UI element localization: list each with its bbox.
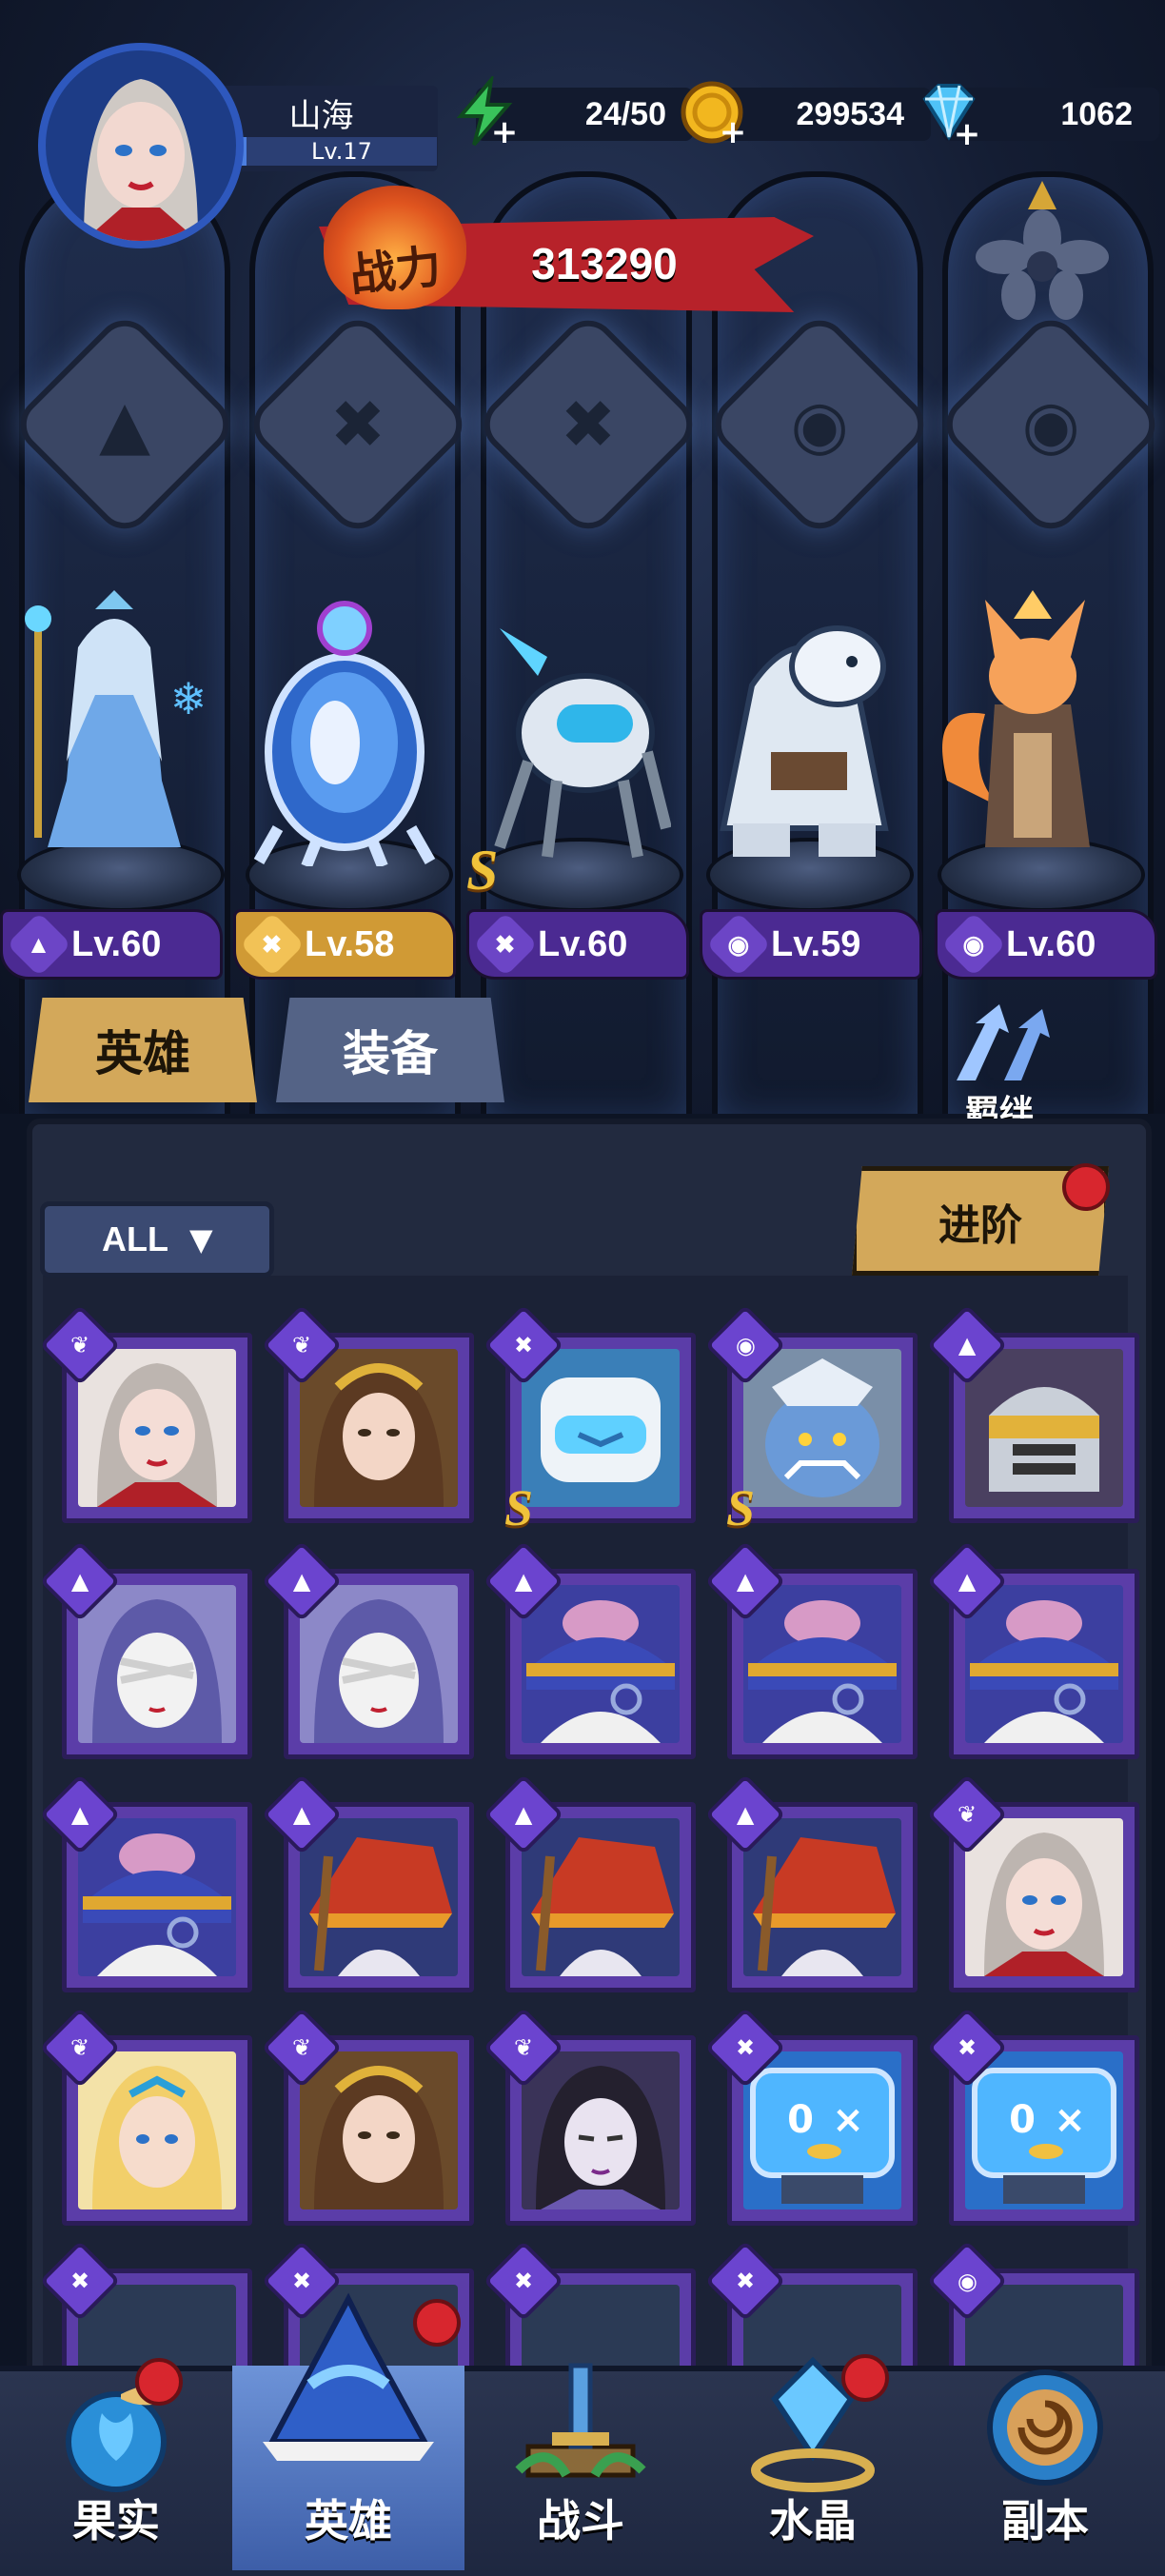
hero-portrait-icon <box>314 2066 444 2209</box>
power-label: 战力 <box>346 240 444 303</box>
wizard-hat-icon <box>263 2292 434 2461</box>
hero-portrait-icon <box>753 1837 896 1976</box>
hero-portrait-icon <box>92 2066 222 2209</box>
rank-s-badge: S <box>504 1479 534 1536</box>
hero-portrait-icon <box>314 1363 444 1507</box>
hero-portrait-icon <box>526 1600 675 1743</box>
svg-text:×: × <box>1054 2098 1086 2142</box>
hero-card-laurel-goddess[interactable]: ❦ <box>261 1304 474 1523</box>
team-level-badge-2: ✖ Lv.58 <box>233 909 456 980</box>
player-level: Lv.17 <box>233 137 437 166</box>
nav-crystal-label: 水晶 <box>769 2495 857 2546</box>
nav-dungeon[interactable]: 副本 <box>929 2366 1161 2570</box>
hero-card-red-hat-mage[interactable]: ▲ <box>261 1773 474 1992</box>
nav-dungeon-label: 副本 <box>1001 2495 1089 2546</box>
team-level-badge-4: ◉ Lv.59 <box>700 909 922 980</box>
hero-card-bandaged-nun[interactable]: ▲ <box>261 1540 474 1759</box>
team-level-badge-1: ▲ Lv.60 <box>0 909 223 980</box>
hero-card-fish-tank-bot[interactable]: 0 × ✖ <box>926 2007 1139 2226</box>
hero-portrait-icon <box>536 2066 665 2209</box>
svg-text:❄: ❄ <box>170 673 207 724</box>
team-hero-fox-monk[interactable] <box>928 590 1137 866</box>
nav-battle-label: 战斗 <box>537 2495 624 2546</box>
settings-flower-icon[interactable] <box>961 181 1123 324</box>
filter-dropdown[interactable]: ALL ▼ <box>40 1201 274 1278</box>
team-hero-mech-bug[interactable] <box>481 590 671 866</box>
gold-coin-add-icon[interactable]: + <box>678 76 750 149</box>
power-value: 313290 <box>531 239 678 288</box>
team-hero-capsule-bot[interactable] <box>249 590 440 866</box>
crystal-notification-dot <box>841 2354 889 2402</box>
hero-card-brain-wizard[interactable]: ▲ <box>926 1540 1139 1759</box>
rank-s-badge: S <box>466 839 499 902</box>
hero-portrait-icon <box>309 1837 452 1976</box>
nav-crystal[interactable]: 水晶 <box>697 2354 929 2570</box>
svg-text:+: + <box>720 113 747 149</box>
rank-s-badge: S <box>726 1479 756 1536</box>
hero-portrait-icon: 0 × <box>972 2068 1116 2204</box>
hero-card-brain-wizard[interactable]: ▲ <box>39 1773 252 1992</box>
hero-portrait-icon <box>989 1387 1099 1492</box>
svg-text:+: + <box>491 113 519 149</box>
hero-portrait-icon <box>748 1600 897 1743</box>
nav-heroes-label: 英雄 <box>305 2495 392 2546</box>
hero-portrait-icon <box>984 1833 1104 1976</box>
hero-portrait-icon <box>97 1363 217 1507</box>
nav-fruit[interactable]: 果实 <box>0 2358 232 2570</box>
hero-card-bandaged-nun[interactable]: ▲ <box>39 1540 252 1759</box>
hero-card-brain-wizard[interactable]: ▲ <box>704 1540 918 1759</box>
team-level-badge-3: ✖ Lv.60 <box>466 909 689 980</box>
beast-icon: ◉ <box>941 912 1006 977</box>
svg-text:×: × <box>832 2098 864 2142</box>
hero-portrait-icon <box>970 1600 1118 1743</box>
team-hero-ice-queen[interactable]: ❄ <box>19 590 209 866</box>
team-level-badge-5: ◉ Lv.60 <box>935 909 1157 980</box>
player-portrait-icon <box>84 79 198 241</box>
fruit-notification-dot <box>135 2358 183 2406</box>
wrench-icon: ✖ <box>473 912 538 977</box>
hero-card-red-hat-mage[interactable]: ▲ <box>483 1773 696 1992</box>
svg-text:0: 0 <box>1009 2098 1036 2142</box>
hero-card-blue-ogre[interactable]: ◉ S <box>704 1304 918 1536</box>
hero-card-fish-tank-bot[interactable]: 0 × ✖ <box>704 2007 918 2226</box>
filter-label: ALL <box>102 1219 168 1258</box>
hero-portrait-icon <box>765 1358 879 1497</box>
svg-text:0: 0 <box>787 2098 814 2142</box>
nav-fruit-label: 果实 <box>72 2495 160 2546</box>
hero-card-gold-knight[interactable]: ▲ <box>926 1304 1139 1523</box>
portal-icon <box>987 2369 1103 2486</box>
hero-card-brain-wizard[interactable]: ▲ <box>483 1540 696 1759</box>
player-avatar[interactable] <box>38 43 244 248</box>
hero-card-dark-priestess[interactable]: ❦ <box>483 2007 696 2226</box>
wrench-icon: ✖ <box>240 912 305 977</box>
hero-card-vampire-lady[interactable]: ❦ <box>39 1304 252 1523</box>
energy-lightning-add-icon[interactable]: + <box>449 76 522 149</box>
tab-equipment[interactable]: 装备 <box>276 998 504 1102</box>
hero-card-robot-visor[interactable]: ✖ S <box>483 1304 696 1536</box>
beast-icon: ◉ <box>706 912 771 977</box>
hero-portrait-icon <box>314 1599 444 1743</box>
hero-card-golden-queen[interactable]: ❦ <box>39 2007 252 2226</box>
advance-notification-dot <box>1062 1163 1110 1211</box>
bond-arrows-icon[interactable] <box>928 1004 1071 1095</box>
hero-card-laurel-goddess[interactable]: ❦ <box>261 2007 474 2226</box>
heroes-notification-dot <box>413 2299 461 2347</box>
mage-icon: ▲ <box>7 912 71 977</box>
sword-book-icon <box>515 2363 646 2478</box>
hero-portrait-icon <box>541 1377 661 1482</box>
hero-card-red-hat-mage[interactable]: ▲ <box>704 1773 918 1992</box>
hero-portrait-icon <box>531 1837 674 1976</box>
nav-heroes[interactable]: 英雄 <box>232 2292 464 2570</box>
chevron-down-icon: ▼ <box>188 1221 213 1258</box>
hero-card-vampire-lady[interactable]: ❦ <box>926 1773 1139 1992</box>
hero-portrait-icon <box>83 1833 231 1976</box>
tab-heroes[interactable]: 英雄 <box>29 998 257 1102</box>
hero-portrait-icon: 0 × <box>750 2068 895 2204</box>
hero-portrait-icon <box>92 1599 222 1743</box>
team-hero-white-werebear[interactable] <box>695 590 914 866</box>
svg-text:+: + <box>954 115 981 149</box>
nav-battle[interactable]: 战斗 <box>464 2363 697 2570</box>
diamond-add-icon[interactable]: + <box>912 76 984 149</box>
